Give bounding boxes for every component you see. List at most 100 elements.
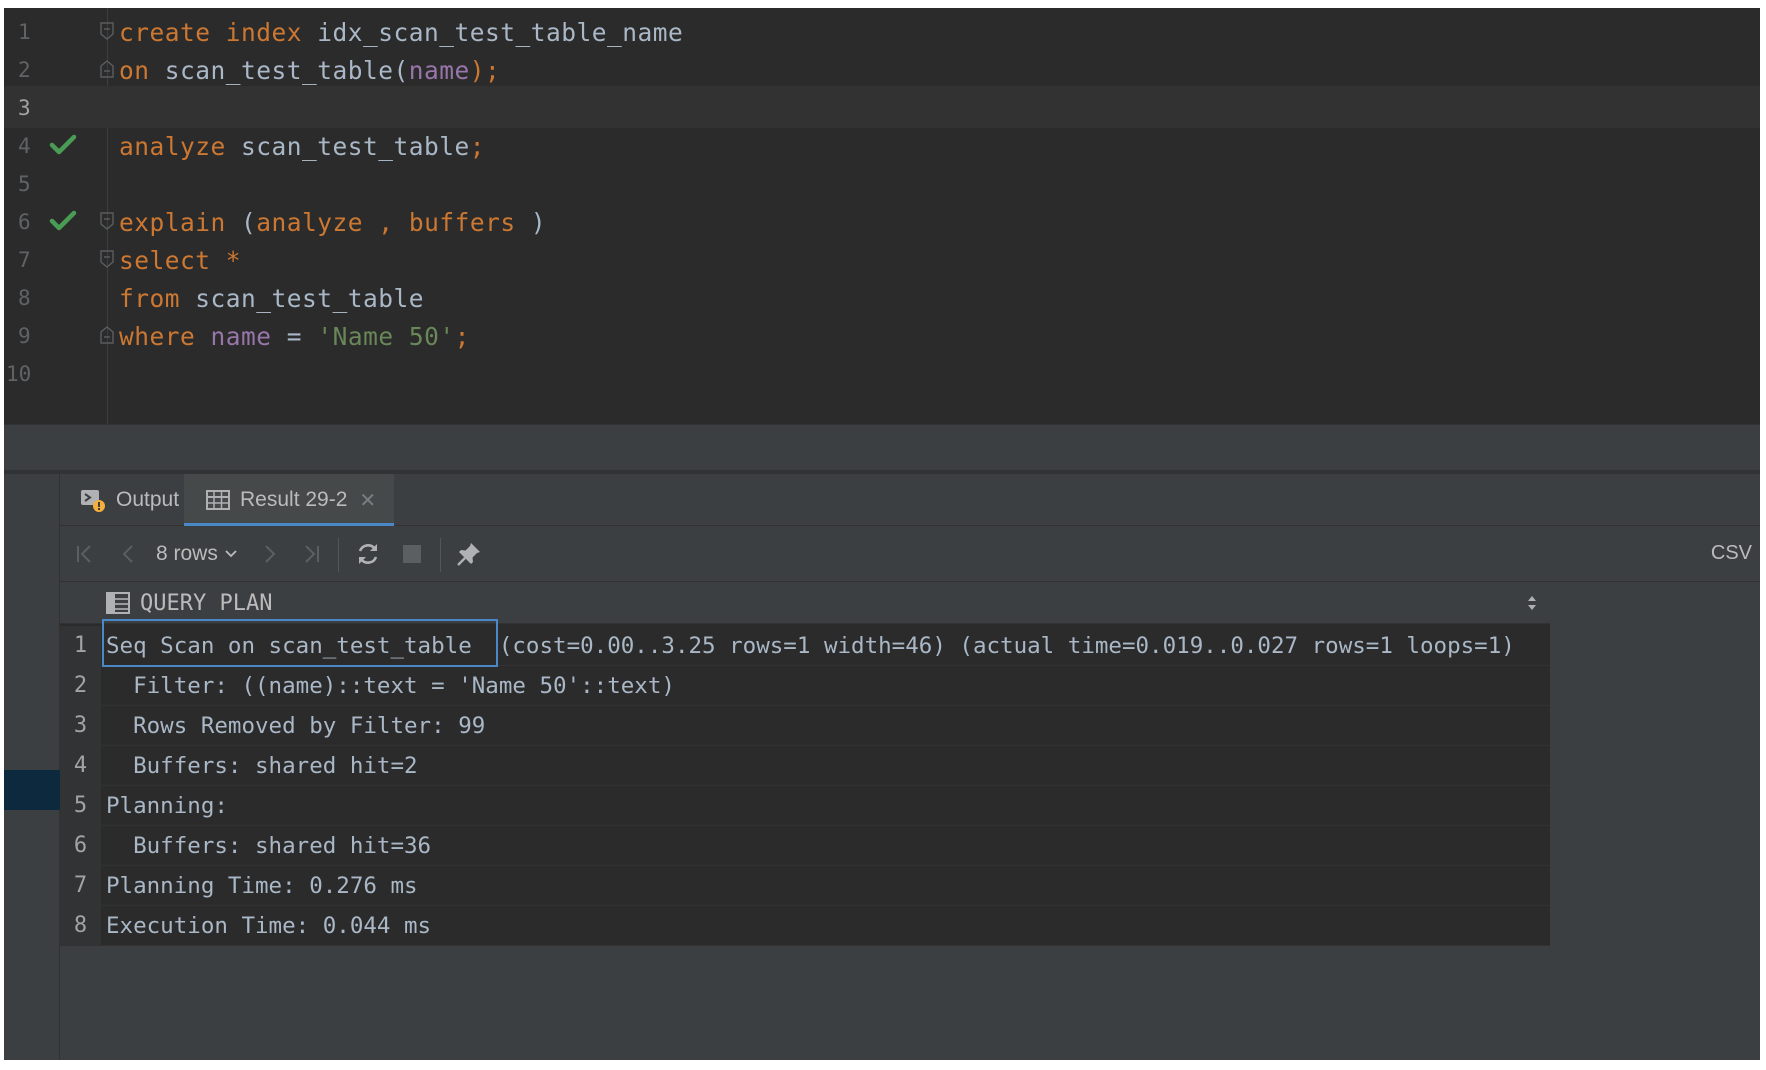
- services-tree-strip[interactable]: [4, 474, 60, 1060]
- plan-cell[interactable]: Planning Time: 0.276 ms: [106, 866, 418, 906]
- code-token: from: [119, 284, 181, 313]
- plan-cell[interactable]: Buffers: shared hit=36: [106, 826, 431, 866]
- line-number: 9: [18, 324, 31, 348]
- fold-end-icon[interactable]: [100, 60, 114, 78]
- code-token: ;: [469, 132, 486, 161]
- code-token: scan_test_table: [180, 284, 425, 313]
- code-text: create index idx_scan_test_table_name: [119, 18, 683, 47]
- code-line-6[interactable]: 6 explain (analyze , buffers ): [4, 200, 1760, 242]
- fold-end-icon[interactable]: [100, 326, 114, 344]
- code-line-3[interactable]: 3: [4, 86, 1760, 128]
- tab-output[interactable]: Output: [60, 474, 195, 526]
- line-number: 8: [18, 286, 31, 310]
- code-line-2[interactable]: 2 on scan_test_table(name);: [4, 48, 1760, 90]
- tab-output-label: Output: [116, 488, 180, 511]
- fold-start-icon[interactable]: [100, 212, 114, 230]
- grid-header-row: QUERY PLAN: [60, 582, 1550, 624]
- plan-cell[interactable]: Planning:: [106, 786, 228, 826]
- table-row[interactable]: 5 Planning:: [60, 786, 1550, 826]
- plan-cell[interactable]: Execution Time: 0.044 ms: [106, 906, 431, 946]
- table-row[interactable]: 8 Execution Time: 0.044 ms: [60, 906, 1550, 946]
- ide-window: 1 create index idx_scan_test_table_name …: [4, 8, 1760, 1060]
- console-warning-icon: [81, 490, 105, 512]
- line-number: 2: [18, 58, 31, 82]
- table-row[interactable]: 4 Buffers: shared hit=2: [60, 746, 1550, 786]
- row-number: 2: [60, 666, 101, 706]
- code-token: 'Name 50': [317, 322, 455, 351]
- services-tool-window: Output Result 29-2 ✕ 8 rows CSV QUERY PL…: [4, 474, 1760, 1060]
- panel-splitter[interactable]: [4, 424, 1760, 470]
- code-line-7[interactable]: 7 select *: [4, 238, 1760, 280]
- row-number: 5: [60, 786, 101, 826]
- code-token: name: [408, 56, 470, 85]
- line-number: 3: [18, 96, 31, 120]
- table-row[interactable]: 6 Buffers: shared hit=36: [60, 826, 1550, 866]
- toolbar-separator: [440, 538, 441, 572]
- previous-page-button[interactable]: [114, 536, 144, 572]
- code-line-8[interactable]: 8 from scan_test_table: [4, 276, 1760, 318]
- code-token: create: [119, 18, 211, 47]
- grid-empty-area: [60, 946, 1550, 1060]
- code-token: buffers: [408, 208, 516, 237]
- code-line-5[interactable]: 5: [4, 162, 1760, 204]
- plan-cell[interactable]: Seq Scan on scan_test_table (cost=0.00..…: [106, 626, 1515, 666]
- selected-tree-node[interactable]: [4, 770, 60, 810]
- fold-start-icon[interactable]: [100, 250, 114, 268]
- rows-count-dropdown[interactable]: 8 rows: [156, 536, 246, 572]
- next-page-button[interactable]: [254, 536, 284, 572]
- code-line-10[interactable]: 10: [4, 352, 1760, 382]
- row-number: 3: [60, 706, 101, 746]
- last-page-icon: [305, 545, 319, 563]
- code-token: explain: [119, 208, 226, 237]
- code-text: where name = 'Name 50';: [119, 322, 470, 351]
- code-text: explain (analyze , buffers ): [119, 208, 546, 237]
- code-token: where: [119, 322, 196, 351]
- refresh-icon: [358, 544, 378, 564]
- refresh-button[interactable]: [352, 536, 384, 572]
- code-token: scan_test_table(: [149, 56, 409, 85]
- line-number: 10: [6, 362, 32, 382]
- check-icon: [49, 134, 77, 155]
- pin-tab-button[interactable]: [452, 536, 486, 572]
- code-line-1[interactable]: 1 create index idx_scan_test_table_name: [4, 10, 1760, 52]
- code-line-4[interactable]: 4 analyze scan_test_table;: [4, 124, 1760, 166]
- table-row[interactable]: 1 Seq Scan on scan_test_table (cost=0.00…: [60, 626, 1550, 666]
- table-row[interactable]: 2 Filter: ((name)::text = 'Name 50'::tex…: [60, 666, 1550, 706]
- close-icon[interactable]: ✕: [359, 488, 376, 513]
- table-row[interactable]: 7 Planning Time: 0.276 ms: [60, 866, 1550, 906]
- code-token: on: [119, 56, 150, 85]
- query-plan-grid[interactable]: QUERY PLAN 1 Seq Scan on scan_test_table…: [60, 582, 1550, 946]
- tab-result[interactable]: Result 29-2 ✕: [184, 474, 395, 527]
- code-token: =: [271, 322, 318, 351]
- fold-start-icon[interactable]: [100, 22, 114, 40]
- code-token: analyze: [119, 132, 226, 161]
- code-text: on scan_test_table(name);: [119, 56, 500, 85]
- row-number: 7: [60, 866, 101, 906]
- stop-button[interactable]: [396, 536, 428, 572]
- plan-cell[interactable]: Filter: ((name)::text = 'Name 50'::text): [106, 666, 675, 706]
- code-token: select: [119, 246, 211, 275]
- chevron-right-icon: [265, 545, 276, 563]
- row-number: 8: [60, 906, 101, 946]
- line-number: 4: [18, 134, 31, 158]
- export-format-csv[interactable]: CSV: [1711, 542, 1752, 565]
- column-icon: [106, 592, 130, 614]
- sql-editor[interactable]: 1 create index idx_scan_test_table_name …: [4, 8, 1760, 428]
- pin-icon: [457, 543, 480, 566]
- code-line-9[interactable]: 9 where name = 'Name 50';: [4, 314, 1760, 356]
- column-header-query-plan[interactable]: QUERY PLAN: [140, 591, 272, 616]
- plan-cell[interactable]: Buffers: shared hit=2: [106, 746, 417, 786]
- last-page-button[interactable]: [296, 536, 326, 572]
- table-row[interactable]: 3 Rows Removed by Filter: 99: [60, 706, 1550, 746]
- sort-icon[interactable]: [1526, 594, 1538, 612]
- chevron-down-icon: [225, 550, 237, 558]
- line-number: 7: [18, 248, 31, 272]
- first-page-button[interactable]: [70, 536, 100, 572]
- tab-result-label: Result 29-2: [240, 488, 348, 511]
- row-number: 4: [60, 746, 101, 786]
- plan-cell[interactable]: Rows Removed by Filter: 99: [106, 706, 485, 746]
- code-token: );: [469, 56, 501, 85]
- rows-count-label: 8 rows: [156, 542, 218, 565]
